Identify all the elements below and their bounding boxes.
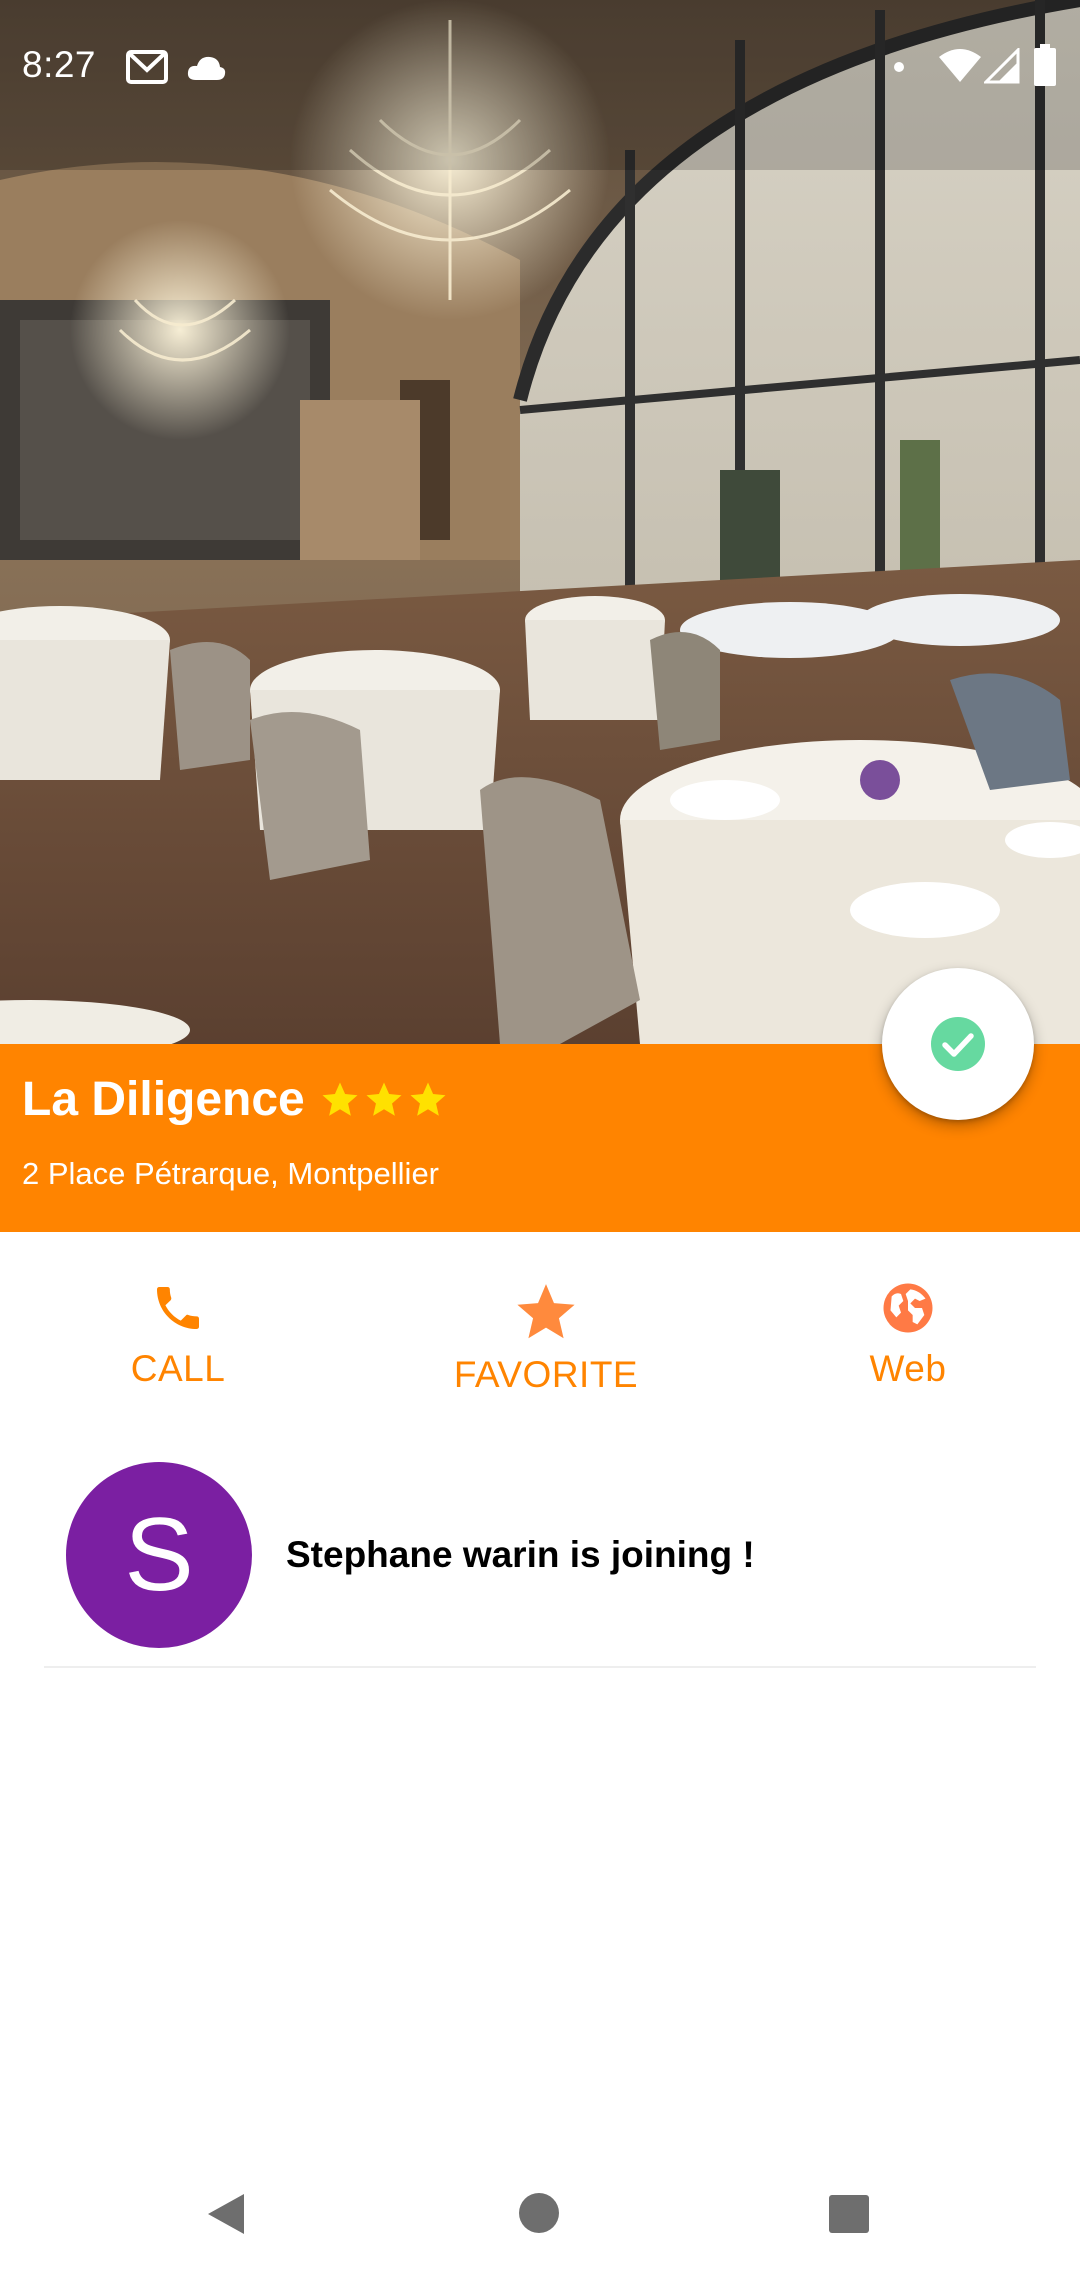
restaurant-detail-screen: 8:27 La Diligence 2 Place Pétrarque, Mon…	[0, 0, 1080, 2280]
phone-icon	[157, 1287, 199, 1329]
call-button[interactable]: CALL	[28, 1232, 328, 1412]
web-label: Web	[869, 1348, 947, 1389]
web-button[interactable]: Web	[758, 1232, 1058, 1412]
rating-star-icon	[410, 1082, 446, 1116]
signal-icon	[984, 48, 1020, 84]
rating-stars	[319, 1079, 449, 1121]
confirm-fab-button[interactable]	[882, 968, 1034, 1120]
avatar: S	[66, 1462, 252, 1648]
call-label: CALL	[130, 1348, 226, 1389]
cloud-icon	[187, 56, 226, 80]
star-icon	[517, 1284, 575, 1339]
action-row: CALL FAVORITE Web	[0, 1232, 1080, 1432]
notification-dot-icon	[894, 62, 904, 72]
restaurant-photo	[0, 0, 1080, 1044]
globe-icon	[883, 1283, 933, 1333]
gmail-icon	[126, 50, 168, 84]
favorite-label: FAVORITE	[453, 1354, 639, 1395]
navigation-bar	[0, 2148, 1080, 2280]
wifi-icon	[939, 49, 981, 82]
home-icon[interactable]	[518, 2192, 560, 2234]
back-icon[interactable]	[204, 2190, 248, 2238]
participant-message: Stephane warin is joining !	[286, 1534, 755, 1575]
check-circle-icon	[931, 1017, 985, 1071]
participant-card[interactable]: S Stephane warin is joining !	[44, 1438, 1036, 1668]
favorite-button[interactable]: FAVORITE	[396, 1232, 696, 1412]
rating-star-icon	[366, 1082, 402, 1116]
title-row: La Diligence	[22, 1072, 449, 1127]
recents-icon[interactable]	[828, 2194, 870, 2234]
rating-star-icon	[322, 1082, 358, 1116]
status-time: 8:27	[22, 44, 97, 85]
battery-icon	[1034, 44, 1056, 86]
restaurant-address: 2 Place Pétrarque, Montpellier	[22, 1156, 440, 1191]
status-bar: 8:27	[0, 0, 1080, 132]
restaurant-name: La Diligence	[22, 1073, 305, 1126]
